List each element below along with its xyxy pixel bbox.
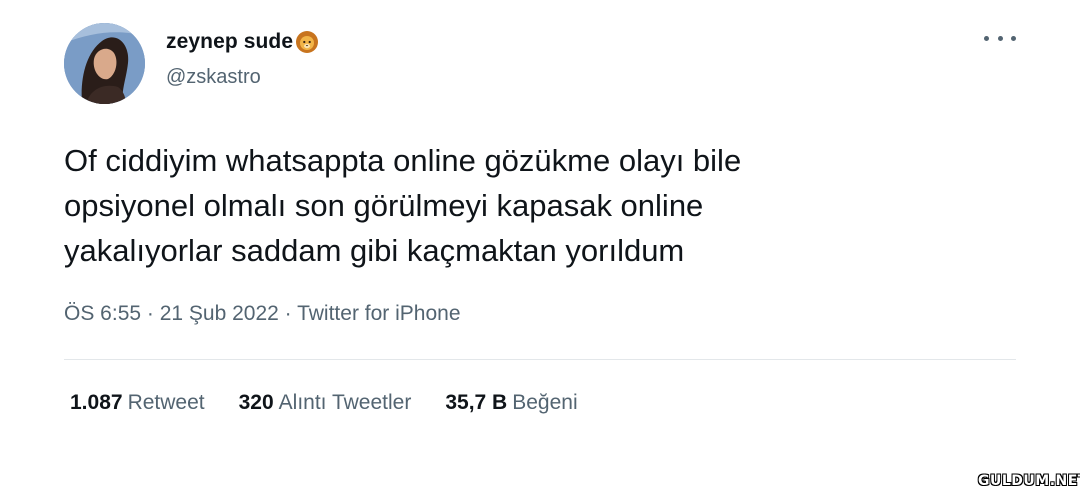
like-number: 35,7 B xyxy=(445,391,508,414)
more-dot xyxy=(984,35,989,41)
avatar-image xyxy=(64,23,145,104)
name-row: zeynep sude xyxy=(166,30,319,54)
tweet-text: Of ciddiyim whatsappta online gözükme ol… xyxy=(64,138,1004,273)
retweet-number: 1.087 xyxy=(70,391,123,414)
tweet-card: zeynep sude @zskastro Of ciddiyim whatsa… xyxy=(0,0,1080,495)
more-dot xyxy=(997,35,1003,41)
display-name[interactable]: zeynep sude xyxy=(166,30,293,54)
quote-label: Alıntı Tweetler xyxy=(278,391,412,414)
lion-face-icon xyxy=(295,30,319,54)
user-handle[interactable]: @zskastro xyxy=(166,66,261,89)
more-dot xyxy=(1011,35,1016,41)
like-count[interactable]: 35,7 B Beğeni xyxy=(445,391,577,415)
retweet-label: Retweet xyxy=(127,391,205,414)
quote-number: 320 xyxy=(238,391,274,414)
like-label: Beğeni xyxy=(512,391,578,414)
retweet-count[interactable]: 1.087 Retweet xyxy=(70,391,205,415)
more-options-icon[interactable] xyxy=(984,30,1016,46)
tweet-text-line: Of ciddiyim whatsappta online gözükme ol… xyxy=(64,143,742,178)
watermark: GULDUM.NET xyxy=(978,473,1080,489)
avatar[interactable] xyxy=(64,23,145,104)
divider xyxy=(64,359,1016,360)
quote-count[interactable]: 320 Alıntı Tweetler xyxy=(239,391,412,415)
tweet-text-line: yakalıyorlar saddam gibi kaçmaktan yorıl… xyxy=(64,233,685,268)
tweet-timestamp-source[interactable]: ÖS 6:55 · 21 Şub 2022 · Twitter for iPho… xyxy=(64,302,461,326)
tweet-stats: 1.087 Retweet 320 Alıntı Tweetler 35,7 B Be… xyxy=(70,391,612,415)
tweet-text-line: opsiyonel olmalı son görülmeyi kapasak o… xyxy=(64,188,704,223)
